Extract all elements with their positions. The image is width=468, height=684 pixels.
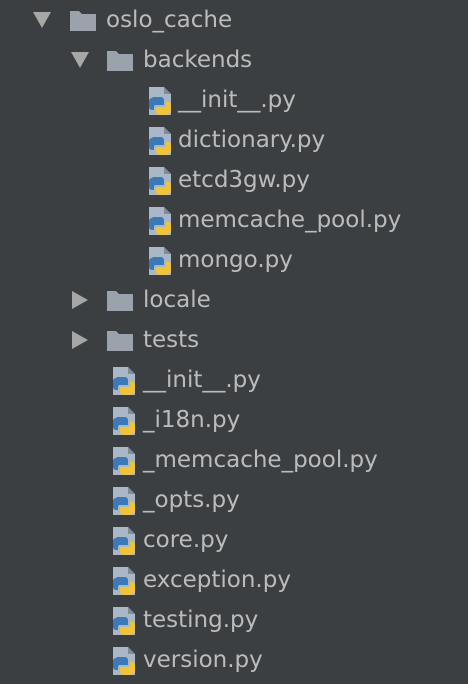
- tree-node-label: mongo.py: [178, 247, 293, 273]
- python-file-icon: [149, 247, 171, 275]
- tree-node-file[interactable]: __init__.py: [0, 360, 468, 400]
- tree-node-file[interactable]: _i18n.py: [0, 400, 468, 440]
- tree-node-tests[interactable]: tests: [0, 320, 468, 360]
- tree-node-label: tests: [143, 327, 200, 353]
- python-file-icon: [113, 567, 135, 595]
- tree-node-file[interactable]: __init__.py: [0, 80, 468, 120]
- project-tree: oslo_cache backends __init__.py dictiona…: [0, 0, 468, 684]
- tree-node-label: memcache_pool.py: [178, 207, 402, 233]
- chevron-down-icon[interactable]: [33, 12, 51, 28]
- tree-node-file[interactable]: exception.py: [0, 560, 468, 600]
- folder-icon: [107, 51, 133, 71]
- tree-node-file[interactable]: mongo.py: [0, 240, 468, 280]
- tree-node-file[interactable]: dictionary.py: [0, 120, 468, 160]
- chevron-right-icon[interactable]: [72, 291, 88, 309]
- tree-node-label: testing.py: [143, 607, 259, 633]
- tree-node-label: oslo_cache: [106, 7, 233, 33]
- python-file-icon: [113, 487, 135, 515]
- tree-node-backends[interactable]: backends: [0, 40, 468, 80]
- chevron-down-icon[interactable]: [71, 52, 89, 68]
- tree-node-label: _opts.py: [143, 487, 240, 513]
- python-file-icon: [113, 527, 135, 555]
- tree-node-file[interactable]: testing.py: [0, 600, 468, 640]
- tree-node-label: backends: [143, 47, 253, 73]
- folder-icon: [70, 11, 96, 31]
- folder-icon: [107, 331, 133, 351]
- tree-node-label: core.py: [143, 527, 229, 553]
- tree-node-file[interactable]: core.py: [0, 520, 468, 560]
- folder-icon: [107, 291, 133, 311]
- tree-node-file[interactable]: version.py: [0, 640, 468, 680]
- tree-node-file[interactable]: _opts.py: [0, 480, 468, 520]
- tree-node-file[interactable]: memcache_pool.py: [0, 200, 468, 240]
- python-file-icon: [149, 127, 171, 155]
- tree-node-label: locale: [143, 287, 211, 313]
- python-file-icon: [113, 447, 135, 475]
- tree-node-oslo-cache[interactable]: oslo_cache: [0, 0, 468, 40]
- tree-node-locale[interactable]: locale: [0, 280, 468, 320]
- tree-node-label: dictionary.py: [178, 127, 326, 153]
- tree-node-label: _i18n.py: [143, 407, 241, 433]
- python-file-icon: [113, 647, 135, 675]
- chevron-right-icon[interactable]: [72, 331, 88, 349]
- python-file-icon: [149, 207, 171, 235]
- python-file-icon: [113, 607, 135, 635]
- tree-node-file[interactable]: _memcache_pool.py: [0, 440, 468, 480]
- tree-node-file[interactable]: etcd3gw.py: [0, 160, 468, 200]
- python-file-icon: [113, 367, 135, 395]
- tree-node-label: __init__.py: [178, 87, 296, 113]
- python-file-icon: [113, 407, 135, 435]
- tree-node-label: __init__.py: [143, 367, 261, 393]
- tree-node-label: exception.py: [143, 567, 291, 593]
- python-file-icon: [149, 167, 171, 195]
- tree-node-label: etcd3gw.py: [178, 167, 310, 193]
- python-file-icon: [149, 87, 171, 115]
- tree-node-label: _memcache_pool.py: [143, 447, 378, 473]
- tree-node-label: version.py: [143, 647, 263, 673]
